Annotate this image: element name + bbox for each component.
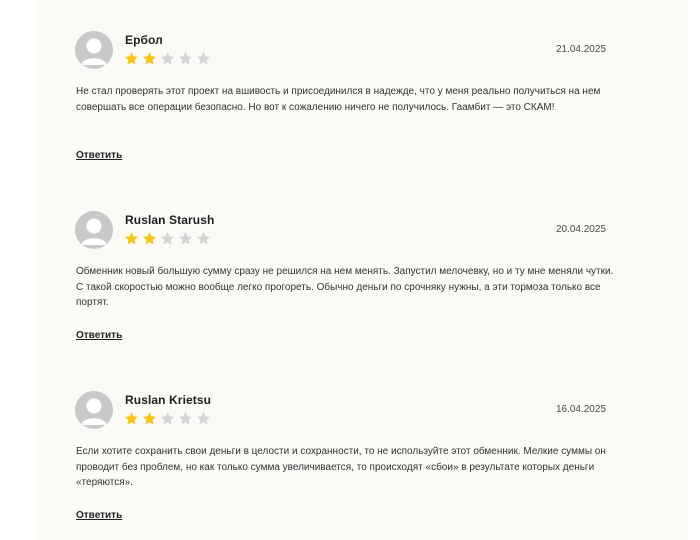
star-filled-icon (125, 52, 138, 65)
star-empty-icon (179, 412, 192, 425)
star-empty-icon (197, 232, 210, 245)
review-author: Ербол (125, 33, 163, 47)
star-empty-icon (161, 52, 174, 65)
review-text: Не стал проверять этот проект на вшивост… (76, 86, 601, 113)
star-empty-icon (179, 232, 192, 245)
star-empty-icon (161, 412, 174, 425)
star-filled-icon (143, 412, 156, 425)
star-filled-icon (143, 232, 156, 245)
review-text: Если хотите сохранить свои деньги в цело… (76, 446, 606, 488)
user-avatar-icon (75, 391, 113, 429)
star-empty-icon (161, 232, 174, 245)
star-empty-icon (197, 412, 210, 425)
review-card: Ruslan Krietsu 16.04.2025 Если хотите со… (36, 360, 688, 540)
review-date: 20.04.2025 (555, 224, 606, 235)
review-date: 16.04.2025 (555, 404, 606, 415)
reply-link[interactable]: Ответить (76, 330, 122, 341)
user-avatar-icon (75, 31, 113, 69)
review-text: Обменник новый большую сумму сразу не ре… (76, 266, 614, 308)
reviews-panel: Ербол 21.04.2025 Не стал проверять этот … (36, 0, 688, 540)
user-avatar-icon (75, 211, 113, 249)
star-filled-icon (125, 412, 138, 425)
star-filled-icon (125, 232, 138, 245)
star-rating (124, 411, 211, 429)
review-date: 21.04.2025 (555, 44, 606, 55)
star-empty-icon (197, 52, 210, 65)
reply-link[interactable]: Ответить (76, 510, 122, 521)
star-empty-icon (179, 52, 192, 65)
review-card: Ruslan Starush 20.04.2025 Обменник новый… (36, 180, 688, 360)
star-rating (124, 231, 211, 249)
star-filled-icon (143, 52, 156, 65)
review-author: Ruslan Krietsu (125, 393, 212, 407)
review-card: Ербол 21.04.2025 Не стал проверять этот … (36, 0, 688, 180)
star-rating (124, 51, 211, 69)
review-author: Ruslan Starush (125, 213, 215, 227)
reply-link[interactable]: Ответить (76, 150, 122, 161)
